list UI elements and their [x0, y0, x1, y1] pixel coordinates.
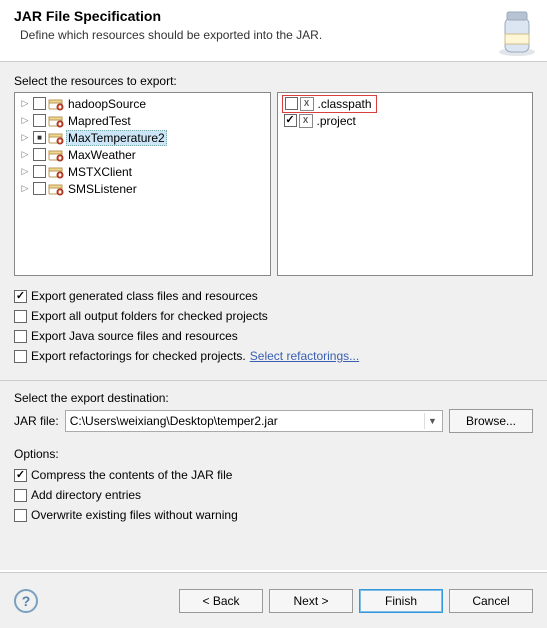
separator	[0, 380, 547, 381]
option-label: Export Java source files and resources	[31, 329, 238, 343]
cancel-button[interactable]: Cancel	[449, 589, 533, 613]
tree-item-label: hadoopSource	[66, 97, 148, 111]
finish-button[interactable]: Finish	[359, 589, 443, 613]
checkbox[interactable]	[14, 330, 27, 343]
option-label: Add directory entries	[31, 488, 141, 502]
jar-file-value: C:\Users\weixiang\Desktop\temper2.jar	[70, 414, 278, 428]
option-row[interactable]: Overwrite existing files without warning	[14, 505, 533, 525]
expander-icon[interactable]: ▷	[19, 149, 31, 161]
checkbox[interactable]	[33, 165, 46, 178]
project-tree-pane[interactable]: ▷ hadoopSource ▷ MapredTest ▷ MaxTemperature2…	[14, 92, 271, 276]
export-option[interactable]: Export all output folders for checked pr…	[14, 306, 533, 326]
tree-item-label: MSTXClient	[66, 165, 134, 179]
project-icon	[48, 114, 64, 128]
options-group: Compress the contents of the JAR file Add…	[14, 465, 533, 525]
resources-label: Select the resources to export:	[14, 74, 533, 88]
file-item-label: .classpath	[316, 97, 374, 111]
page-subtitle: Define which resources should be exporte…	[14, 28, 533, 42]
project-icon	[48, 165, 64, 179]
checkbox[interactable]	[33, 114, 46, 127]
expander-icon[interactable]: ▷	[19, 98, 31, 110]
option-row[interactable]: Compress the contents of the JAR file	[14, 465, 533, 485]
checkbox[interactable]	[33, 131, 46, 144]
option-label: Export generated class files and resourc…	[31, 289, 258, 303]
option-label: Compress the contents of the JAR file	[31, 468, 232, 482]
destination-row: JAR file: C:\Users\weixiang\Desktop\temp…	[14, 409, 533, 433]
expander-icon[interactable]: ▷	[19, 166, 31, 178]
jar-icon	[483, 4, 537, 58]
checkbox[interactable]	[14, 469, 27, 482]
tree-item[interactable]: ▷ MaxWeather	[17, 146, 268, 163]
destination-group-label: Select the export destination:	[14, 391, 533, 405]
tree-item-label: MaxTemperature2	[66, 130, 167, 146]
next-button[interactable]: Next >	[269, 589, 353, 613]
browse-button[interactable]: Browse...	[449, 409, 533, 433]
option-label: Overwrite existing files without warning	[31, 508, 238, 522]
jar-file-combo[interactable]: C:\Users\weixiang\Desktop\temper2.jar ▼	[65, 410, 443, 432]
export-option[interactable]: Export Java source files and resources	[14, 326, 533, 346]
select-refactorings-link[interactable]: Select refactorings...	[250, 349, 359, 363]
option-row[interactable]: Add directory entries	[14, 485, 533, 505]
wizard-header: JAR File Specification Define which reso…	[0, 0, 547, 62]
jar-file-label: JAR file:	[14, 414, 59, 428]
tree-item-label: MapredTest	[66, 114, 133, 128]
tree-item[interactable]: ▷ MaxTemperature2	[17, 129, 268, 146]
file-icon: X	[300, 97, 314, 111]
file-item[interactable]: X .classpath	[280, 95, 531, 112]
project-icon	[48, 148, 64, 162]
expander-icon[interactable]: ▷	[19, 132, 31, 144]
checkbox[interactable]	[33, 148, 46, 161]
checkbox[interactable]	[14, 350, 27, 363]
checkbox[interactable]	[14, 509, 27, 522]
option-label: Export all output folders for checked pr…	[31, 309, 268, 323]
back-button[interactable]: < Back	[179, 589, 263, 613]
highlight-box: X .classpath	[282, 95, 377, 113]
file-list-pane[interactable]: X .classpath X .project	[277, 92, 534, 276]
tree-item[interactable]: ▷ hadoopSource	[17, 95, 268, 112]
checkbox[interactable]	[284, 114, 297, 127]
wizard-content: Select the resources to export: ▷ hadoopS…	[0, 62, 547, 570]
checkbox[interactable]	[33, 97, 46, 110]
file-item[interactable]: X .project	[280, 112, 531, 129]
checkbox[interactable]	[14, 290, 27, 303]
help-icon[interactable]: ?	[14, 589, 38, 613]
wizard-footer: ? < Back Next > Finish Cancel	[0, 572, 547, 628]
resource-picker: ▷ hadoopSource ▷ MapredTest ▷ MaxTemperature2…	[14, 92, 533, 276]
checkbox[interactable]	[33, 182, 46, 195]
chevron-down-icon[interactable]: ▼	[424, 413, 440, 429]
tree-item-label: MaxWeather	[66, 148, 138, 162]
project-icon	[48, 182, 64, 196]
tree-item[interactable]: ▷ MapredTest	[17, 112, 268, 129]
project-icon	[48, 131, 64, 145]
checkbox[interactable]	[14, 310, 27, 323]
tree-item[interactable]: ▷ SMSListener	[17, 180, 268, 197]
tree-item-label: SMSListener	[66, 182, 139, 196]
file-item-label: .project	[315, 114, 358, 128]
expander-icon[interactable]: ▷	[19, 115, 31, 127]
option-label: Export refactorings for checked projects…	[31, 349, 246, 363]
file-icon: X	[299, 114, 313, 128]
export-option[interactable]: Export refactorings for checked projects…	[14, 346, 533, 366]
checkbox[interactable]	[14, 489, 27, 502]
page-title: JAR File Specification	[14, 8, 533, 24]
checkbox[interactable]	[285, 97, 298, 110]
expander-icon[interactable]: ▷	[19, 183, 31, 195]
project-icon	[48, 97, 64, 111]
options-group-label: Options:	[14, 447, 533, 461]
export-option[interactable]: Export generated class files and resourc…	[14, 286, 533, 306]
export-options: Export generated class files and resourc…	[14, 286, 533, 366]
tree-item[interactable]: ▷ MSTXClient	[17, 163, 268, 180]
